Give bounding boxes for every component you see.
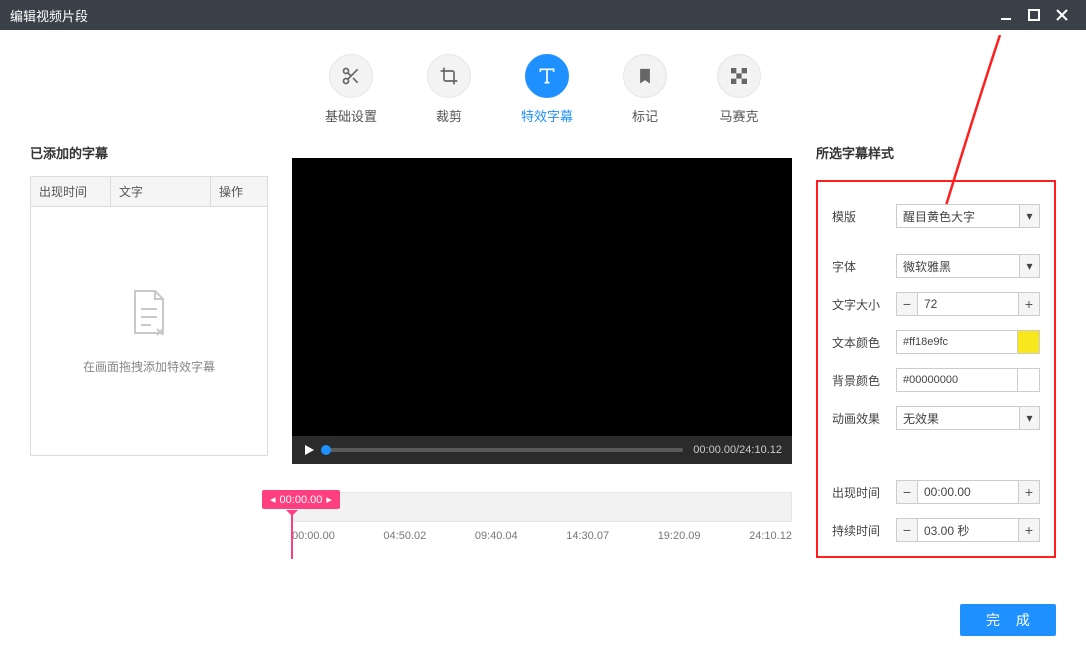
table-header: 出现时间 文字 操作 — [31, 177, 267, 207]
tab-crop[interactable]: 裁剪 — [427, 54, 471, 125]
font-size-value[interactable]: 72 — [918, 292, 1018, 316]
marker-right-icon: ▸ — [326, 493, 332, 506]
video-panel: . 00:00.00/24:10.12 ◂ — [292, 143, 792, 558]
document-icon — [127, 287, 171, 342]
tab-row: 基础设置 裁剪 特效字幕 标记 马赛克 — [0, 30, 1086, 143]
marker-left-icon: ◂ — [270, 493, 276, 506]
increase-button[interactable]: + — [1018, 518, 1040, 542]
bg-color-swatch[interactable] — [1018, 368, 1040, 392]
decrease-button[interactable]: − — [896, 292, 918, 316]
timeline[interactable]: ◂ 00:00.00 ▸ 00:00.00 04:50.02 09:40.04 … — [292, 492, 792, 542]
minimize-button[interactable] — [992, 0, 1020, 30]
added-subtitles-title: 已添加的字幕 — [30, 143, 268, 162]
table-body-empty: 在画面拖拽添加特效字幕 — [31, 207, 267, 455]
row-anim: 动画效果 无效果 ▾ — [832, 406, 1040, 430]
tab-mosaic[interactable]: 马赛克 — [717, 54, 761, 125]
play-bar: 00:00.00/24:10.12 — [292, 436, 792, 464]
row-duration: 持续时间 − 03.00 秒 + — [832, 518, 1040, 542]
window-title: 编辑视频片段 — [10, 6, 992, 25]
timeline-track[interactable] — [292, 492, 792, 522]
style-box: 模版 醒目黄色大字 ▾ 字体 微软雅黑 ▾ — [816, 180, 1056, 558]
timecode: 00:00.00/24:10.12 — [693, 444, 782, 456]
text-color-swatch[interactable] — [1018, 330, 1040, 354]
increase-button[interactable]: + — [1018, 480, 1040, 504]
increase-button[interactable]: + — [1018, 292, 1040, 316]
close-button[interactable] — [1048, 0, 1076, 30]
chevron-down-icon: ▾ — [1019, 255, 1039, 277]
font-select[interactable]: 微软雅黑 ▾ — [896, 254, 1040, 278]
progress-slider[interactable] — [326, 448, 683, 452]
row-template: 模版 醒目黄色大字 ▾ — [832, 204, 1040, 228]
scissors-icon — [329, 54, 373, 98]
col-action: 操作 — [211, 177, 267, 206]
tab-label: 特效字幕 — [521, 106, 573, 125]
appear-time-value[interactable]: 00:00.00 — [918, 480, 1018, 504]
chevron-down-icon: ▾ — [1019, 407, 1039, 429]
tab-label: 标记 — [632, 106, 658, 125]
bg-color-input[interactable]: #00000000 — [896, 368, 1018, 392]
tab-marker[interactable]: 标记 — [623, 54, 667, 125]
tab-label: 裁剪 — [436, 106, 462, 125]
decrease-button[interactable]: − — [896, 480, 918, 504]
maximize-button[interactable] — [1020, 0, 1048, 30]
text-icon — [525, 54, 569, 98]
marker-line[interactable] — [291, 515, 293, 559]
play-button[interactable] — [302, 443, 316, 457]
appear-time-stepper: − 00:00.00 + — [896, 480, 1040, 504]
tab-basic-settings[interactable]: 基础设置 — [325, 54, 377, 125]
row-text-color: 文本颜色 #ff18e9fc — [832, 330, 1040, 354]
crop-icon — [427, 54, 471, 98]
anim-select[interactable]: 无效果 ▾ — [896, 406, 1040, 430]
titlebar: 编辑视频片段 — [0, 0, 1086, 30]
added-subtitles-panel: 已添加的字幕 出现时间 文字 操作 — [30, 143, 268, 558]
subtitles-table: 出现时间 文字 操作 在画面 — [30, 176, 268, 456]
col-text: 文字 — [111, 177, 211, 206]
content: 基础设置 裁剪 特效字幕 标记 马赛克 — [0, 30, 1086, 654]
decrease-button[interactable]: − — [896, 518, 918, 542]
bookmark-icon — [623, 54, 667, 98]
tab-label: 基础设置 — [325, 106, 377, 125]
tab-subtitle[interactable]: 特效字幕 — [521, 54, 573, 125]
subtitle-style-title: 所选字幕样式 — [816, 143, 1056, 162]
row-font: 字体 微软雅黑 ▾ — [832, 254, 1040, 278]
row-bg-color: 背景颜色 #00000000 — [832, 368, 1040, 392]
col-appear-time: 出现时间 — [31, 177, 111, 206]
chevron-down-icon: ▾ — [1019, 205, 1039, 227]
duration-value[interactable]: 03.00 秒 — [918, 518, 1018, 542]
template-select[interactable]: 醒目黄色大字 ▾ — [896, 204, 1040, 228]
text-color-input[interactable]: #ff18e9fc — [896, 330, 1018, 354]
row-font-size: 文字大小 − 72 + — [832, 292, 1040, 316]
done-button[interactable]: 完 成 — [960, 604, 1056, 636]
empty-hint: 在画面拖拽添加特效字幕 — [83, 358, 215, 375]
tab-label: 马赛克 — [720, 106, 759, 125]
timeline-marker-pill[interactable]: ◂ 00:00.00 ▸ — [262, 490, 340, 509]
mosaic-icon — [717, 54, 761, 98]
duration-stepper: − 03.00 秒 + — [896, 518, 1040, 542]
marker-time: 00:00.00 — [280, 494, 323, 506]
video-preview[interactable] — [292, 158, 792, 436]
timeline-ticks: 00:00.00 04:50.02 09:40.04 14:30.07 19:2… — [292, 530, 792, 542]
subtitle-style-panel: 所选字幕样式 模版 醒目黄色大字 ▾ 字体 — [816, 143, 1056, 558]
progress-thumb[interactable] — [321, 445, 331, 455]
row-appear-time: 出现时间 − 00:00.00 + — [832, 480, 1040, 504]
font-size-stepper: − 72 + — [896, 292, 1040, 316]
